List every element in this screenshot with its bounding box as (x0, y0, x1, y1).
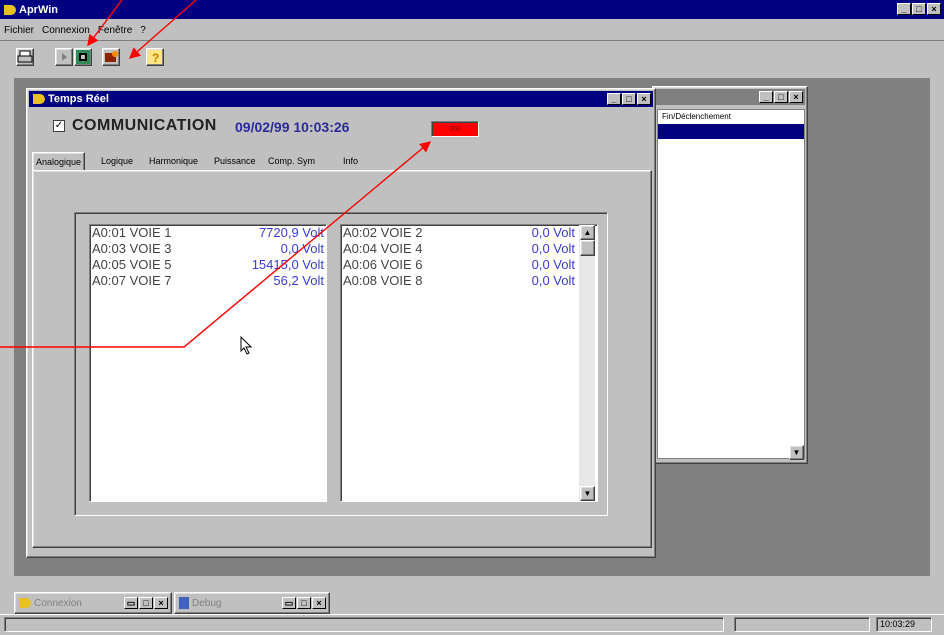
annotation-arrow-stop (87, 0, 123, 47)
annotation-arrow-connect (128, 0, 197, 59)
annotation-overlay (0, 0, 432, 348)
annotation-arrow-indicator (0, 141, 432, 348)
